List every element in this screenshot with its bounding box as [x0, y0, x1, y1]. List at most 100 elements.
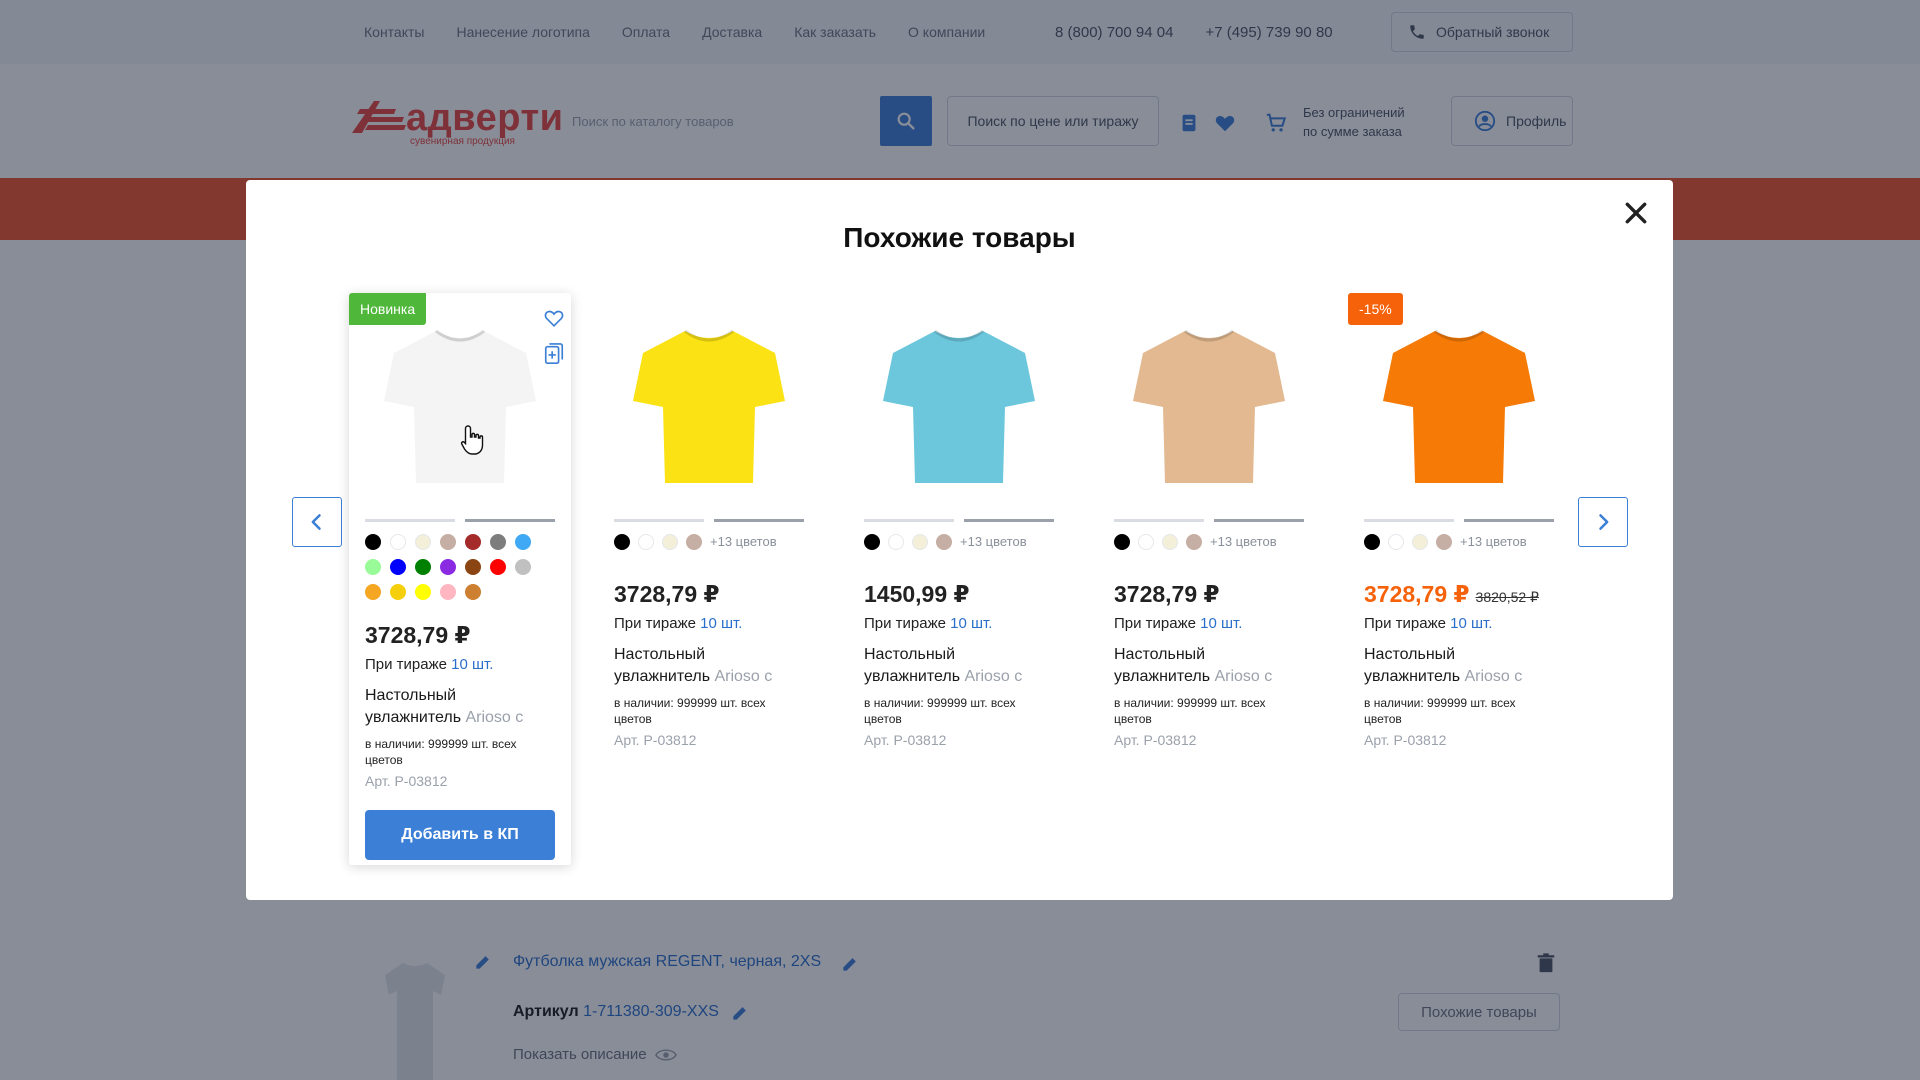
- color-swatch[interactable]: [1162, 534, 1178, 550]
- add-to-kp-button[interactable]: Добавить в КП: [365, 810, 555, 860]
- more-colors-link[interactable]: +13 цветов: [710, 534, 777, 550]
- color-swatch[interactable]: [490, 559, 506, 575]
- product-image[interactable]: [627, 323, 791, 493]
- pager-bar-active[interactable]: [964, 519, 1054, 522]
- product-image[interactable]: [378, 323, 542, 493]
- product-name-line-2: увлажнитель: [1114, 668, 1211, 685]
- color-swatch[interactable]: [1364, 534, 1380, 550]
- color-swatch[interactable]: [440, 584, 456, 600]
- product-name[interactable]: Настольный увлажнитель Arioso с: [1364, 644, 1554, 688]
- more-colors-link[interactable]: +13 цветов: [1460, 534, 1527, 550]
- color-swatch[interactable]: [638, 534, 654, 550]
- more-colors-link[interactable]: +13 цветов: [960, 534, 1027, 550]
- hand-cursor-icon: [460, 425, 484, 455]
- color-swatch[interactable]: [864, 534, 880, 550]
- pager-bar[interactable]: [1114, 519, 1204, 522]
- image-pager[interactable]: [1114, 519, 1304, 523]
- color-swatch[interactable]: [1138, 534, 1154, 550]
- color-swatch[interactable]: [390, 559, 406, 575]
- color-swatch[interactable]: [365, 584, 381, 600]
- product-name[interactable]: Настольный увлажнитель Arioso с: [1114, 644, 1304, 688]
- tshirt-body: [1133, 331, 1285, 483]
- product-price: 3728,79 ₽: [1114, 581, 1220, 607]
- pager-bar[interactable]: [1364, 519, 1454, 522]
- image-pager[interactable]: [365, 519, 555, 523]
- color-swatch[interactable]: [1186, 534, 1202, 550]
- color-swatch[interactable]: [490, 534, 506, 550]
- product-name-line-1: Настольный: [1364, 646, 1456, 663]
- color-swatch[interactable]: [1388, 534, 1404, 550]
- product-name[interactable]: Настольный увлажнитель Arioso с: [614, 644, 804, 688]
- color-swatch[interactable]: [515, 559, 531, 575]
- min-quantity-value: 10 шт.: [700, 615, 743, 632]
- pager-bar[interactable]: [614, 519, 704, 522]
- close-button[interactable]: [1621, 198, 1651, 228]
- color-swatch[interactable]: [465, 584, 481, 600]
- pager-bar-active[interactable]: [1464, 519, 1554, 522]
- pager-bar-active[interactable]: [714, 519, 804, 522]
- color-swatch[interactable]: [465, 534, 481, 550]
- product-name-line-1: Настольный: [864, 646, 956, 663]
- product-name-line-2: увлажнитель: [864, 668, 961, 685]
- color-swatch[interactable]: [1412, 534, 1428, 550]
- product-name[interactable]: Настольный увлажнитель Arioso с: [365, 685, 555, 729]
- color-swatch[interactable]: [415, 584, 431, 600]
- product-name-line-2: увлажнитель: [614, 668, 711, 685]
- color-swatch[interactable]: [440, 559, 456, 575]
- color-swatch[interactable]: [390, 584, 406, 600]
- product-image[interactable]: [1377, 323, 1541, 493]
- image-pager[interactable]: [864, 519, 1054, 523]
- product-name-line-1: Настольный: [1114, 646, 1206, 663]
- color-swatch[interactable]: [465, 559, 481, 575]
- pager-bar[interactable]: [365, 519, 455, 522]
- more-colors-link[interactable]: +13 цветов: [1210, 534, 1277, 550]
- tshirt-image: [1383, 329, 1535, 483]
- color-swatch[interactable]: [390, 534, 406, 550]
- color-swatch[interactable]: [415, 534, 431, 550]
- min-quantity: При тираже 10 шт.: [864, 615, 992, 632]
- product-image[interactable]: [877, 323, 1041, 493]
- carousel-next-button[interactable]: [1578, 497, 1628, 547]
- tshirt-image: [633, 329, 785, 483]
- pager-bar-active[interactable]: [1214, 519, 1304, 522]
- new-badge: Новинка: [349, 293, 427, 325]
- close-icon: [1625, 202, 1647, 224]
- color-swatch[interactable]: [1436, 534, 1452, 550]
- stock-info: в наличии: 999999 шт. всех цветов: [1114, 696, 1266, 726]
- color-swatch[interactable]: [686, 534, 702, 550]
- product-image[interactable]: [1127, 323, 1291, 493]
- tshirt-image: [883, 329, 1035, 483]
- image-pager[interactable]: [1364, 519, 1554, 523]
- color-swatch[interactable]: [1114, 534, 1130, 550]
- pager-bar-active[interactable]: [465, 519, 555, 522]
- heart-icon[interactable]: [543, 307, 565, 329]
- color-swatch[interactable]: [515, 534, 531, 550]
- pager-bar[interactable]: [864, 519, 954, 522]
- color-swatch[interactable]: [662, 534, 678, 550]
- color-swatch[interactable]: [365, 559, 381, 575]
- product-price: 3728,79 ₽ 3820,52 ₽: [1364, 581, 1539, 608]
- product-name-line-1: Настольный: [365, 687, 457, 704]
- min-quantity-value: 10 шт.: [1200, 615, 1243, 632]
- article-number: Арт. P-03812: [365, 773, 448, 789]
- color-swatch[interactable]: [365, 534, 381, 550]
- product-card[interactable]: Новинка 3728,79 ₽ При тираже 10 шт. Наст…: [349, 293, 571, 865]
- product-name-line-2-faded: Arioso с: [710, 668, 773, 685]
- product-name-line-2: увлажнитель: [1364, 668, 1461, 685]
- color-swatch[interactable]: [936, 534, 952, 550]
- color-swatch[interactable]: [415, 559, 431, 575]
- product-name-line-2-faded: Arioso с: [1460, 668, 1523, 685]
- color-swatch[interactable]: [614, 534, 630, 550]
- color-swatch[interactable]: [912, 534, 928, 550]
- color-swatch[interactable]: [888, 534, 904, 550]
- carousel-prev-button[interactable]: [292, 497, 342, 547]
- product-price: 1450,99 ₽: [864, 581, 970, 607]
- min-quantity-label: При тираже: [1364, 615, 1446, 632]
- color-swatch[interactable]: [440, 534, 456, 550]
- similar-products-modal: Похожие товары Новинка 3728,79 ₽ При тир…: [246, 180, 1673, 900]
- add-to-compare-icon[interactable]: [543, 342, 565, 366]
- product-name[interactable]: Настольный увлажнитель Arioso с: [864, 644, 1054, 688]
- discount-badge: -15%: [1348, 293, 1403, 325]
- image-pager[interactable]: [614, 519, 804, 523]
- sale-price: 3728,79 ₽: [1364, 581, 1470, 607]
